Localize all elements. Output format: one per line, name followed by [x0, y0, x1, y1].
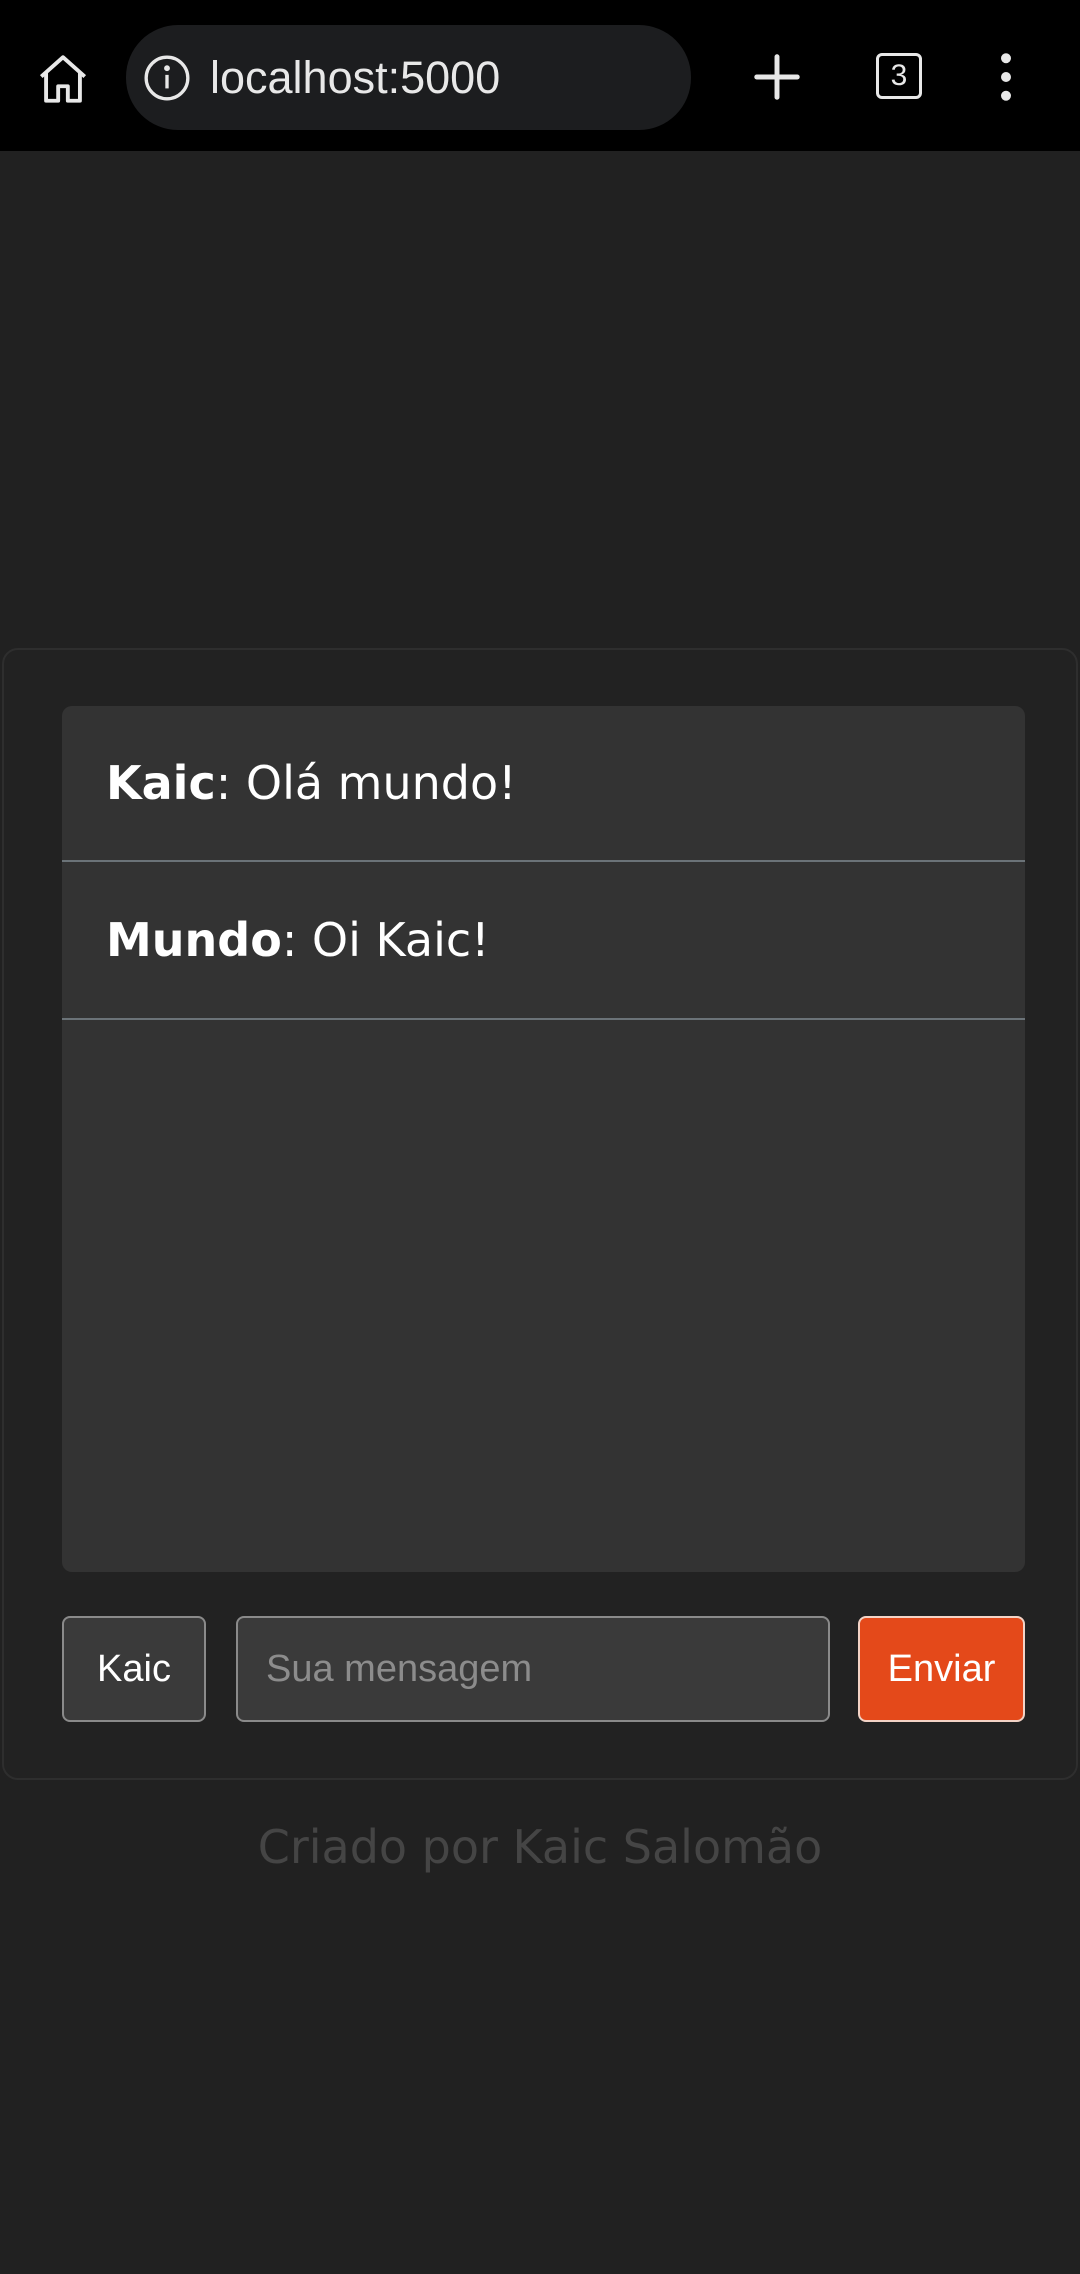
chat-card: Kaic: Olá mundo! Mundo: Oi Kaic! Kaic Su… [2, 648, 1078, 1780]
home-icon [39, 55, 87, 103]
message-separator: : [215, 756, 232, 810]
tab-switcher-button[interactable]: 3 [876, 53, 922, 99]
message-text: Oi Kaic! [297, 913, 490, 967]
url-text: localhost:5000 [210, 52, 501, 103]
message-input[interactable]: Sua mensagem [236, 1616, 830, 1722]
chat-message: Kaic: Olá mundo! [62, 706, 1025, 862]
username-input[interactable]: Kaic [62, 1616, 206, 1722]
address-bar[interactable]: localhost:5000 [126, 25, 691, 130]
message-author: Mundo [106, 913, 282, 967]
info-icon[interactable] [142, 53, 192, 103]
home-button[interactable] [30, 46, 96, 112]
message-list[interactable]: Kaic: Olá mundo! Mundo: Oi Kaic! [62, 706, 1025, 1572]
browser-toolbar: localhost:5000 3 [0, 0, 1080, 151]
chat-message: Mundo: Oi Kaic! [62, 862, 1025, 1020]
message-text: Olá mundo! [231, 756, 517, 810]
send-button[interactable]: Enviar [858, 1616, 1025, 1722]
tab-count: 3 [890, 59, 908, 92]
footer-credit: Criado por Kaic Salomão [257, 1820, 823, 1874]
message-author: Kaic [106, 756, 216, 810]
more-vertical-icon[interactable] [986, 52, 1026, 102]
new-tab-icon[interactable] [750, 50, 804, 104]
message-separator: : [281, 913, 298, 967]
